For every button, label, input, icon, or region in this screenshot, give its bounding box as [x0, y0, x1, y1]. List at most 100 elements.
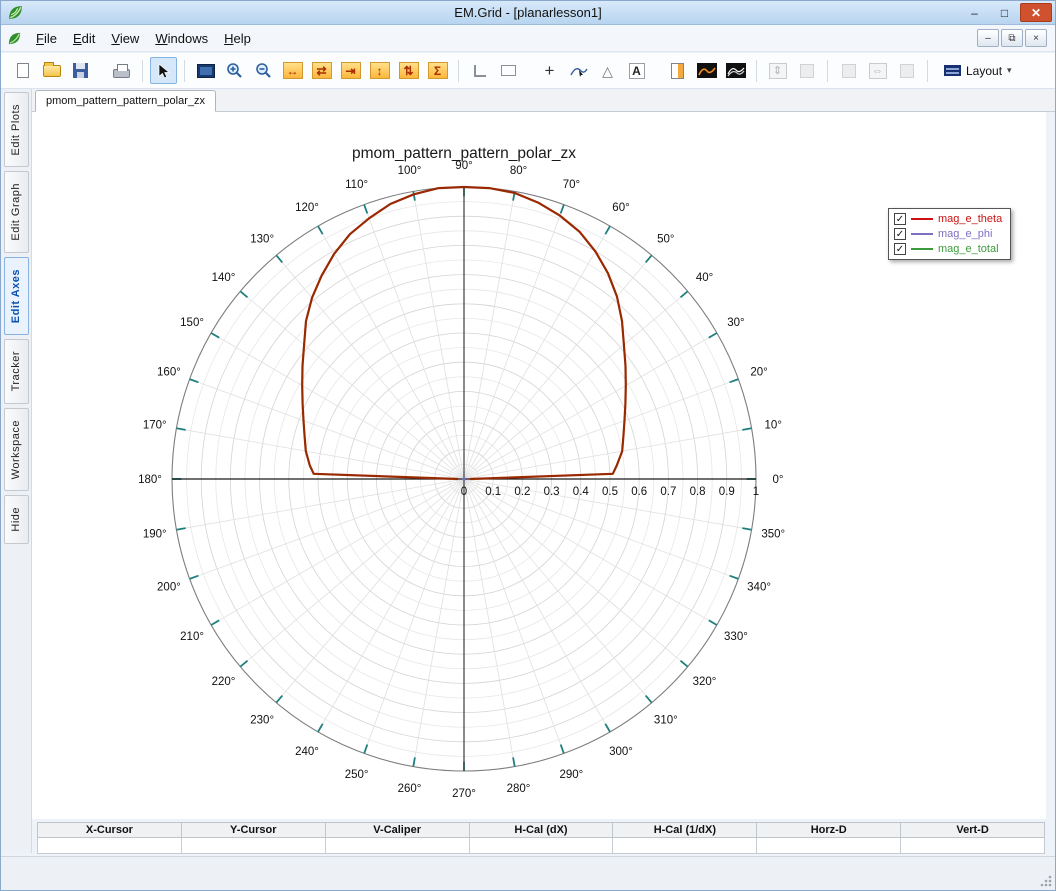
svg-text:0: 0 — [461, 486, 467, 498]
new-document-button[interactable] — [9, 57, 36, 84]
layout-label: Layout — [966, 64, 1002, 78]
menu-view[interactable]: View — [103, 27, 147, 50]
waveform-multi-button[interactable] — [722, 57, 749, 84]
svg-text:0.5: 0.5 — [602, 486, 618, 498]
open-file-button[interactable] — [38, 57, 65, 84]
readout-header: V-Caliper — [325, 822, 469, 838]
menu-edit[interactable]: Edit — [65, 27, 103, 50]
document-tab[interactable]: pmom_pattern_pattern_polar_zx — [35, 90, 216, 112]
pan-horizontal-button[interactable]: ⇄ — [308, 57, 335, 84]
svg-text:270°: 270° — [452, 788, 476, 800]
sidebar-tab-tracker[interactable]: Tracker — [4, 339, 29, 403]
status-bar — [1, 856, 1055, 890]
close-button[interactable]: ✕ — [1020, 3, 1052, 22]
expand-horizontal-button[interactable]: ↔ — [279, 57, 306, 84]
svg-text:200°: 200° — [157, 581, 181, 593]
trace-cursor-icon — [570, 64, 588, 78]
mdi-restore-button[interactable]: ⧉ — [1001, 29, 1023, 47]
text-tool-button[interactable]: A — [623, 57, 650, 84]
menu-file[interactable]: File — [28, 27, 65, 50]
gray-tool-1-button[interactable] — [793, 57, 820, 84]
menu-windows[interactable]: Windows — [147, 27, 216, 50]
sidebar-tab-workspace[interactable]: Workspace — [4, 408, 29, 491]
waveform-single-button[interactable] — [693, 57, 720, 84]
legend-row: ✓ mag_e_theta — [894, 213, 1002, 225]
sidebar-tab-edit-axes[interactable]: Edit Axes — [4, 257, 29, 335]
sidebar-tab-edit-graph[interactable]: Edit Graph — [4, 171, 29, 253]
expand-vertical-button[interactable]: ↕ — [366, 57, 393, 84]
sidebar-tab-hide[interactable]: Hide — [4, 495, 29, 544]
rectangle-tool-button[interactable] — [495, 57, 522, 84]
gray-tool-2-button[interactable] — [835, 57, 862, 84]
autoscale-button[interactable]: Σ — [424, 57, 451, 84]
readout-header: Horz-D — [756, 822, 900, 838]
trace-cursor-button[interactable] — [565, 57, 592, 84]
svg-text:70°: 70° — [563, 179, 580, 191]
svg-text:80°: 80° — [510, 165, 527, 177]
triangle-marker-icon: △ — [602, 64, 613, 78]
legend-label: mag_e_total — [938, 243, 999, 255]
snap-horizontal-button[interactable]: ⇥ — [337, 57, 364, 84]
open-folder-icon — [43, 65, 61, 77]
zoom-out-button[interactable] — [250, 57, 277, 84]
maximize-button[interactable]: □ — [990, 3, 1019, 22]
menu-help[interactable]: Help — [216, 27, 259, 50]
mdi-minimize-button[interactable]: – — [977, 29, 999, 47]
svg-text:340°: 340° — [747, 581, 771, 593]
resize-grip[interactable] — [1039, 874, 1053, 888]
print-button[interactable] — [108, 57, 135, 84]
rectangle-tool-icon — [501, 65, 516, 76]
fit-vertical-icon: ⇕ — [769, 63, 787, 79]
legend-checkbox-mag-e-total[interactable]: ✓ — [894, 243, 906, 255]
plot-area[interactable]: 0°10°20°30°40°50°60°70°80°90°100°110°120… — [32, 112, 1046, 819]
legend-label: mag_e_theta — [938, 213, 1002, 225]
zoom-in-icon — [226, 62, 243, 79]
gray-box-icon — [842, 64, 856, 78]
svg-text:0.3: 0.3 — [544, 486, 560, 498]
page-marker-button[interactable] — [664, 57, 691, 84]
svg-text:100°: 100° — [398, 165, 422, 177]
zoom-in-button[interactable] — [221, 57, 248, 84]
sidebar-tab-edit-plots[interactable]: Edit Plots — [4, 92, 29, 167]
new-document-icon — [17, 63, 29, 78]
mdi-close-button[interactable]: × — [1025, 29, 1047, 47]
readout-header: Vert-D — [900, 822, 1045, 838]
legend-line-sample — [911, 248, 933, 250]
readout-value — [469, 838, 613, 854]
expand-vertical-icon: ↕ — [370, 62, 390, 79]
chart-title: pmom_pattern_pattern_polar_zx — [352, 145, 576, 162]
corner-tool-button[interactable] — [466, 57, 493, 84]
title-bar[interactable]: EM.Grid - [planarlesson1] – □ ✕ — [1, 1, 1055, 25]
zoom-window-icon — [197, 64, 215, 78]
svg-text:150°: 150° — [180, 317, 204, 329]
cursor-readout-table: X-Cursor Y-Cursor V-Caliper H-Cal (dX) H… — [37, 822, 1045, 854]
document-tab-bar: pmom_pattern_pattern_polar_zx — [32, 89, 1055, 112]
fit-horizontal-button[interactable]: ⇔ — [864, 57, 891, 84]
layout-dropdown-button[interactable]: Layout ▾ — [935, 60, 1021, 82]
crosshair-tool-button[interactable]: + — [536, 57, 563, 84]
fit-vertical-button[interactable]: ⇕ — [764, 57, 791, 84]
svg-text:120°: 120° — [295, 202, 319, 214]
readout-value-row — [37, 838, 1045, 854]
legend-checkbox-mag-e-phi[interactable]: ✓ — [894, 228, 906, 240]
svg-text:0.1: 0.1 — [485, 486, 501, 498]
svg-text:330°: 330° — [724, 631, 748, 643]
gray-box-icon — [800, 64, 814, 78]
window-title: EM.Grid - [planarlesson1] — [1, 5, 1055, 20]
save-button[interactable] — [67, 57, 94, 84]
pan-vertical-icon: ⇅ — [399, 62, 419, 79]
main-toolbar: ↔ ⇄ ⇥ ↕ ⇅ Σ + △ A — [1, 53, 1055, 89]
triangle-marker-button[interactable]: △ — [594, 57, 621, 84]
minimize-button[interactable]: – — [960, 3, 989, 22]
zoom-window-button[interactable] — [192, 57, 219, 84]
pan-vertical-button[interactable]: ⇅ — [395, 57, 422, 84]
pointer-select-button[interactable] — [150, 57, 177, 84]
snap-horizontal-icon: ⇥ — [341, 62, 361, 79]
autoscale-sum-icon: Σ — [428, 62, 448, 79]
readout-header: H-Cal (1/dX) — [612, 822, 756, 838]
zoom-out-icon — [255, 62, 272, 79]
readout-value — [900, 838, 1045, 854]
gray-tool-3-button[interactable] — [893, 57, 920, 84]
legend-checkbox-mag-e-theta[interactable]: ✓ — [894, 213, 906, 225]
svg-text:310°: 310° — [654, 715, 678, 727]
